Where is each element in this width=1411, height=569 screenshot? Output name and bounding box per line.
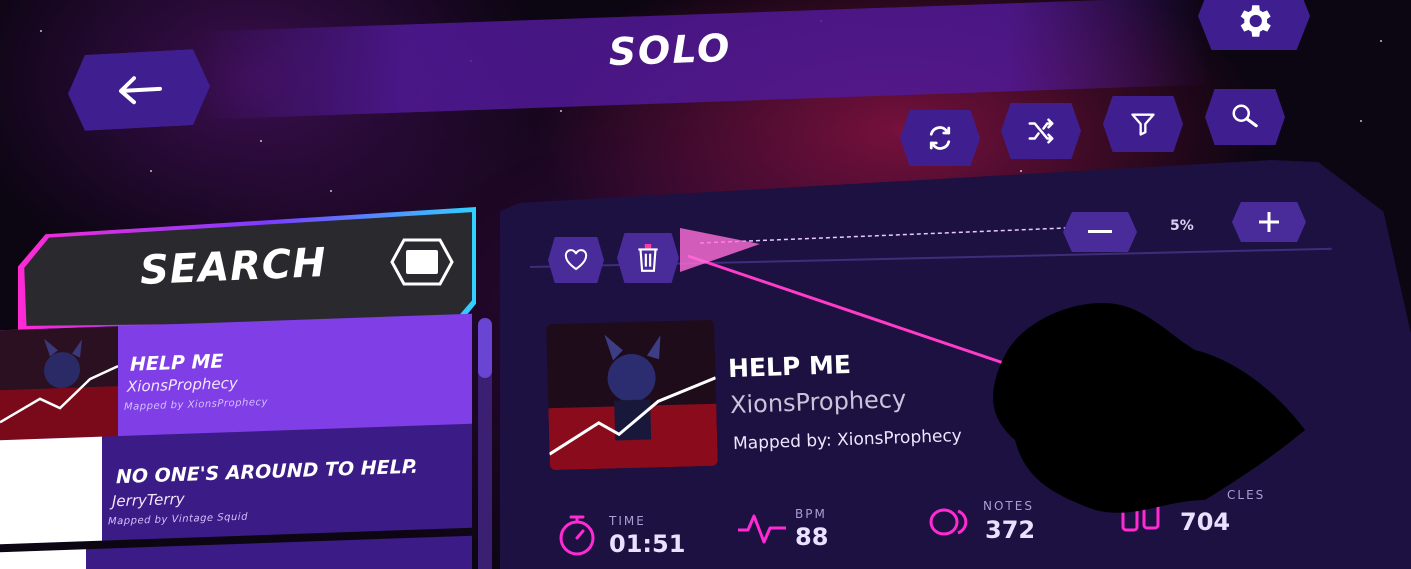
song-title: HELP ME <box>727 349 852 384</box>
time-value: 01:51 <box>609 530 686 558</box>
plus-icon <box>1259 212 1279 232</box>
volume-down-button[interactable] <box>1063 212 1137 252</box>
time-label: TIME <box>609 514 646 528</box>
stopwatch-icon <box>559 515 595 556</box>
notes-icon <box>929 508 968 536</box>
volume-up-button[interactable] <box>1232 202 1306 242</box>
song-cover-art <box>546 319 718 471</box>
bpm-label: BPM <box>795 507 827 521</box>
bpm-value: 88 <box>795 523 829 551</box>
volume-value: 5% <box>1170 218 1194 234</box>
minus-icon <box>1088 230 1112 233</box>
redaction-blob <box>993 302 1305 513</box>
heartbeat-icon <box>738 514 786 544</box>
